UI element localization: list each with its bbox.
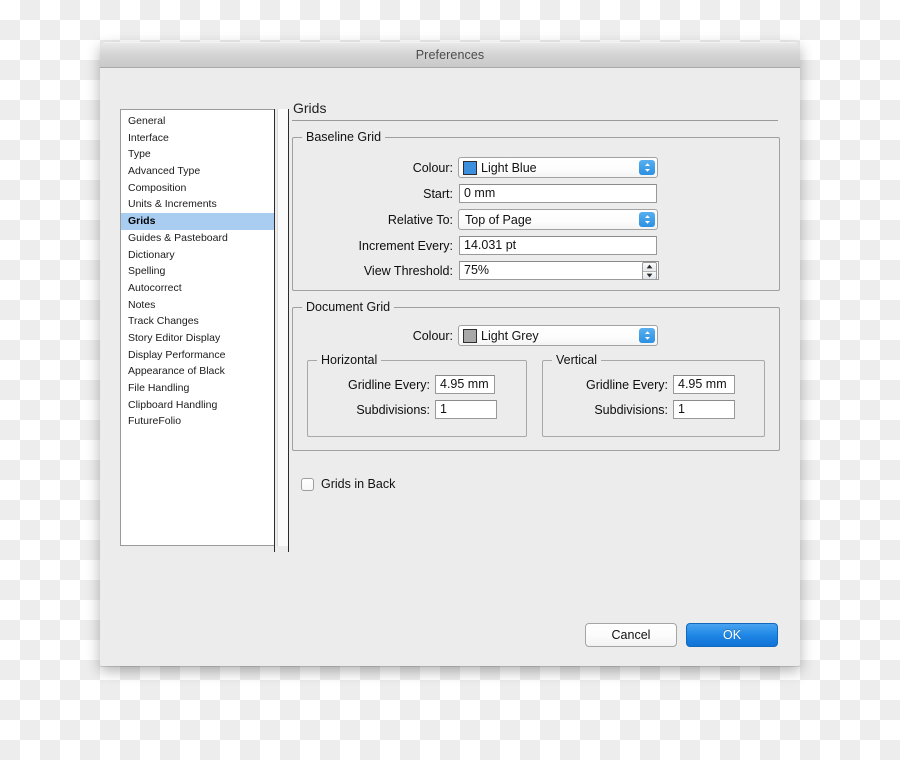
- document-colour-value: Light Grey: [481, 328, 539, 343]
- sidebar-item-track-changes[interactable]: Track Changes: [121, 313, 274, 330]
- baseline-colour-swatch: [463, 160, 477, 175]
- sidebar-item-file-handling[interactable]: File Handling: [121, 380, 274, 397]
- baseline-increment-input[interactable]: 14.031 pt: [459, 236, 657, 255]
- baseline-colour-value: Light Blue: [481, 160, 537, 175]
- document-grid-legend: Document Grid: [302, 300, 395, 314]
- sidebar-item-advanced-type[interactable]: Advanced Type: [121, 163, 274, 180]
- baseline-colour-label: Colour:: [412, 160, 453, 175]
- document-colour-swatch: [463, 328, 477, 343]
- page-title: Grids: [293, 100, 327, 116]
- baseline-threshold-row: View Threshold: 75%: [293, 261, 779, 280]
- preferences-category-list[interactable]: General Interface Type Advanced Type Composi…: [120, 109, 275, 546]
- sidebar-item-autocorrect[interactable]: Autocorrect: [121, 280, 274, 297]
- ok-button[interactable]: OK: [686, 623, 778, 647]
- baseline-start-input[interactable]: 0 mm: [459, 184, 657, 203]
- baseline-relative-row: Relative To: Top of Page: [293, 209, 779, 230]
- baseline-start-label: Start:: [423, 186, 453, 201]
- horizontal-gridline-label: Gridline Every:: [348, 377, 430, 392]
- document-colour-label: Colour:: [412, 328, 453, 343]
- horizontal-subdivisions-row: Subdivisions: 1: [308, 400, 526, 419]
- baseline-increment-label: Increment Every:: [358, 238, 453, 253]
- vertical-gridline-label: Gridline Every:: [586, 377, 668, 392]
- vertical-gridline-row: Gridline Every: 4.95 mm: [543, 375, 764, 394]
- sidebar-item-guides-pasteboard[interactable]: Guides & Pasteboard: [121, 230, 274, 247]
- sidebar-item-general[interactable]: General: [121, 113, 274, 130]
- baseline-increment-row: Increment Every: 14.031 pt: [293, 236, 779, 255]
- sidebar-item-composition[interactable]: Composition: [121, 180, 274, 197]
- horizontal-subdivisions-input[interactable]: 1: [435, 400, 497, 419]
- baseline-grid-legend: Baseline Grid: [302, 130, 386, 144]
- sidebar-item-dictionary[interactable]: Dictionary: [121, 247, 274, 264]
- grids-in-back-row[interactable]: Grids in Back: [301, 477, 780, 491]
- grids-pane: Grids Baseline Grid Colour: Light Blue S…: [292, 100, 780, 491]
- sidebar-item-futurefolio[interactable]: FutureFolio: [121, 413, 274, 430]
- category-list-items: General Interface Type Advanced Type Composi…: [121, 110, 274, 430]
- vertical-legend: Vertical: [552, 353, 601, 367]
- chevron-updown-icon[interactable]: [639, 160, 655, 175]
- window-title: Preferences: [415, 48, 485, 62]
- horizontal-subgroup: Horizontal Gridline Every: 4.95 mm Subdi…: [307, 353, 527, 437]
- baseline-threshold-input[interactable]: 75%: [459, 261, 659, 280]
- sidebar-item-units-increments[interactable]: Units & Increments: [121, 196, 274, 213]
- horizontal-gridline-input[interactable]: 4.95 mm: [435, 375, 495, 394]
- baseline-relative-value: Top of Page: [465, 212, 532, 227]
- document-colour-row: Colour: Light Grey: [293, 325, 779, 346]
- dialog-buttons: Cancel OK: [585, 623, 778, 647]
- sidebar-item-grids[interactable]: Grids: [121, 213, 274, 230]
- sidebar-item-interface[interactable]: Interface: [121, 130, 274, 147]
- grids-in-back-checkbox[interactable]: [301, 477, 314, 491]
- vertical-gridline-input[interactable]: 4.95 mm: [673, 375, 735, 394]
- vertical-subdivisions-label: Subdivisions:: [594, 402, 668, 417]
- baseline-colour-popup[interactable]: Light Blue: [458, 157, 658, 178]
- title-divider: [292, 120, 778, 121]
- sidebar-item-clipboard-handling[interactable]: Clipboard Handling: [121, 397, 274, 414]
- document-colour-popup[interactable]: Light Grey: [458, 325, 658, 346]
- baseline-relative-label: Relative To:: [387, 212, 453, 227]
- stepper-down-icon[interactable]: [643, 272, 656, 280]
- vertical-subdivisions-input[interactable]: 1: [673, 400, 735, 419]
- window-titlebar[interactable]: Preferences: [100, 42, 800, 68]
- sidebar-item-story-editor-display[interactable]: Story Editor Display: [121, 330, 274, 347]
- sidebar-item-appearance-of-black[interactable]: Appearance of Black: [121, 363, 274, 380]
- sidebar-divider-left: [274, 109, 275, 552]
- document-grid-group: Document Grid Colour: Light Grey Horizon…: [292, 300, 780, 451]
- dialog-body: General Interface Type Advanced Type Composi…: [100, 68, 800, 665]
- baseline-threshold-stepper[interactable]: [642, 262, 657, 280]
- chevron-updown-icon[interactable]: [639, 328, 655, 343]
- sidebar-item-notes[interactable]: Notes: [121, 297, 274, 314]
- baseline-start-row: Start: 0 mm: [293, 184, 779, 203]
- baseline-relative-popup[interactable]: Top of Page: [458, 209, 658, 230]
- vertical-subdivisions-row: Subdivisions: 1: [543, 400, 764, 419]
- horizontal-gridline-row: Gridline Every: 4.95 mm: [308, 375, 526, 394]
- baseline-threshold-label: View Threshold:: [363, 263, 453, 278]
- horizontal-legend: Horizontal: [317, 353, 382, 367]
- horizontal-subdivisions-label: Subdivisions:: [356, 402, 430, 417]
- baseline-grid-group: Baseline Grid Colour: Light Blue Start: …: [292, 130, 780, 291]
- chevron-updown-icon[interactable]: [639, 212, 655, 227]
- sidebar-item-type[interactable]: Type: [121, 146, 274, 163]
- baseline-colour-row: Colour: Light Blue: [293, 157, 779, 178]
- grids-in-back-label: Grids in Back: [321, 477, 396, 491]
- stepper-up-icon[interactable]: [643, 263, 656, 272]
- cancel-button[interactable]: Cancel: [585, 623, 677, 647]
- sidebar-item-spelling[interactable]: Spelling: [121, 263, 274, 280]
- sidebar-divider-right: [288, 109, 289, 552]
- sidebar-item-display-performance[interactable]: Display Performance: [121, 347, 274, 364]
- preferences-window: Preferences General Interface Type Advanced…: [100, 42, 800, 666]
- vertical-subgroup: Vertical Gridline Every: 4.95 mm Subdivi…: [542, 353, 765, 437]
